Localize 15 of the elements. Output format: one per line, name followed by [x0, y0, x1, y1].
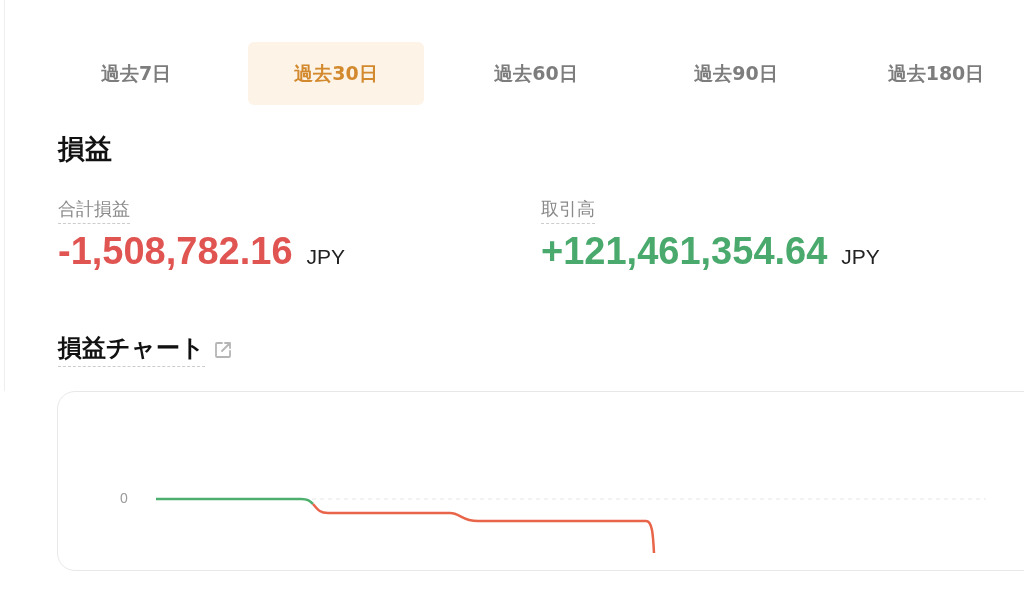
currency-unit: JPY: [841, 245, 880, 269]
currency-unit: JPY: [306, 245, 346, 269]
period-tab[interactable]: 過去60日: [448, 42, 624, 105]
metric-value: +121,461,354.64: [541, 229, 828, 274]
period-tab[interactable]: 過去90日: [648, 42, 824, 105]
period-tab[interactable]: 過去7日: [48, 42, 224, 105]
period-tab[interactable]: 過去180日: [848, 42, 1024, 105]
period-tab[interactable]: 過去30日: [248, 42, 424, 105]
section-title: 損益: [58, 132, 113, 166]
axis-tick-label: 0: [120, 490, 129, 506]
metric-value: -1,508,782.16: [58, 229, 293, 274]
chart-title: 損益チャート: [58, 332, 205, 367]
metric-label: 合計損益: [58, 197, 130, 224]
external-link-icon[interactable]: [213, 339, 233, 360]
metric-label: 取引高: [541, 197, 595, 224]
